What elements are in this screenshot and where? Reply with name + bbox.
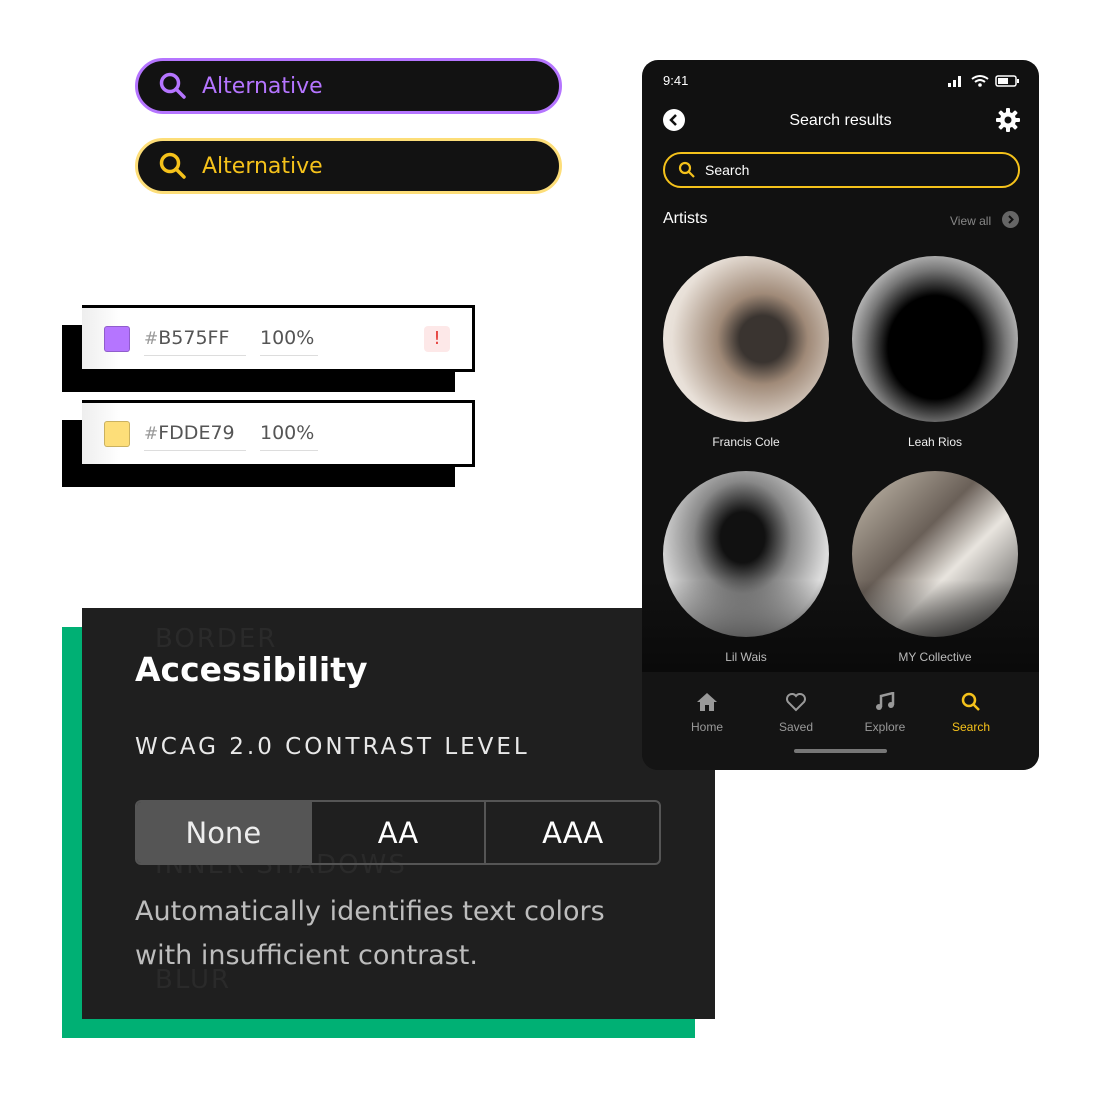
description: Automatically identifies text colors wit… <box>135 890 605 978</box>
nav-saved[interactable]: Saved <box>756 692 836 734</box>
search-icon <box>678 161 695 178</box>
panel-title: Accessibility <box>135 650 368 689</box>
nav-search[interactable]: Search <box>931 692 1011 734</box>
home-icon <box>697 693 717 711</box>
option-aa[interactable]: AA <box>312 802 487 863</box>
music-note-icon <box>876 692 895 710</box>
nav-home[interactable]: Home <box>667 692 747 734</box>
artist-name[interactable]: Francis Cole <box>651 435 841 449</box>
artist-photo[interactable] <box>663 256 829 422</box>
screen-title: Search results <box>789 112 892 129</box>
search-text: Alternative <box>202 153 323 179</box>
hex-input[interactable]: #B575FF <box>144 321 246 356</box>
hex-input[interactable]: #FDDE79 <box>144 416 246 451</box>
hex-value: FDDE79 <box>158 422 235 444</box>
gear-icon[interactable] <box>996 108 1020 132</box>
status-time: 9:41 <box>663 73 689 88</box>
nav-label: Home <box>690 720 723 734</box>
description-line: with insufficient contrast. <box>135 940 478 971</box>
search-icon <box>159 152 186 179</box>
heart-icon <box>786 693 806 712</box>
option-aaa[interactable]: AAA <box>486 802 659 863</box>
search-icon <box>961 692 980 711</box>
hash-symbol: # <box>144 424 159 444</box>
phone-screen: 9:41 Search results Search Artists View … <box>642 60 1039 770</box>
accessibility-panel: BORDER INNER SHADOWS BLUR Accessibility … <box>82 608 715 1019</box>
search-bar-purple[interactable]: Alternative <box>135 58 562 114</box>
color-swatch[interactable] <box>104 325 130 352</box>
search-text: Alternative <box>202 73 323 99</box>
artist-name[interactable]: Lil Wais <box>651 650 841 664</box>
hex-value: B575FF <box>158 327 230 349</box>
color-row-purple: #B575FF 100% ! <box>82 305 475 372</box>
opacity-input[interactable]: 100% <box>260 321 318 356</box>
view-all-link[interactable]: View all <box>950 214 991 228</box>
nav-label: Search <box>951 720 991 734</box>
search-icon <box>159 72 186 99</box>
artist-photo[interactable] <box>852 256 1018 422</box>
nav-label: Explore <box>864 720 906 734</box>
artist-name[interactable]: Leah Rios <box>840 435 1030 449</box>
contrast-level-selector: None AA AAA <box>135 800 661 865</box>
section-label: WCAG 2.0 CONTRAST LEVEL <box>135 734 530 760</box>
bottom-nav: Home Saved Explore Search <box>642 672 1039 770</box>
section-title: Artists <box>663 210 708 227</box>
nav-explore[interactable]: Explore <box>845 692 925 734</box>
home-indicator <box>794 749 887 753</box>
warning-icon[interactable]: ! <box>424 325 450 352</box>
search-input[interactable]: Search <box>663 152 1020 188</box>
hash-symbol: # <box>144 329 159 349</box>
nav-label: Saved <box>778 720 814 734</box>
chevron-right-icon[interactable] <box>1002 211 1019 228</box>
search-bar-yellow[interactable]: Alternative <box>135 138 562 194</box>
option-none[interactable]: None <box>137 802 312 863</box>
color-row-yellow: #FDDE79 100% <box>82 400 475 467</box>
status-icons <box>948 75 1019 87</box>
color-swatch[interactable] <box>104 420 130 447</box>
description-line: Automatically identifies text colors <box>135 896 605 927</box>
opacity-input[interactable]: 100% <box>260 416 318 451</box>
search-placeholder: Search <box>705 162 750 178</box>
artist-name[interactable]: MY Collective <box>840 650 1030 664</box>
